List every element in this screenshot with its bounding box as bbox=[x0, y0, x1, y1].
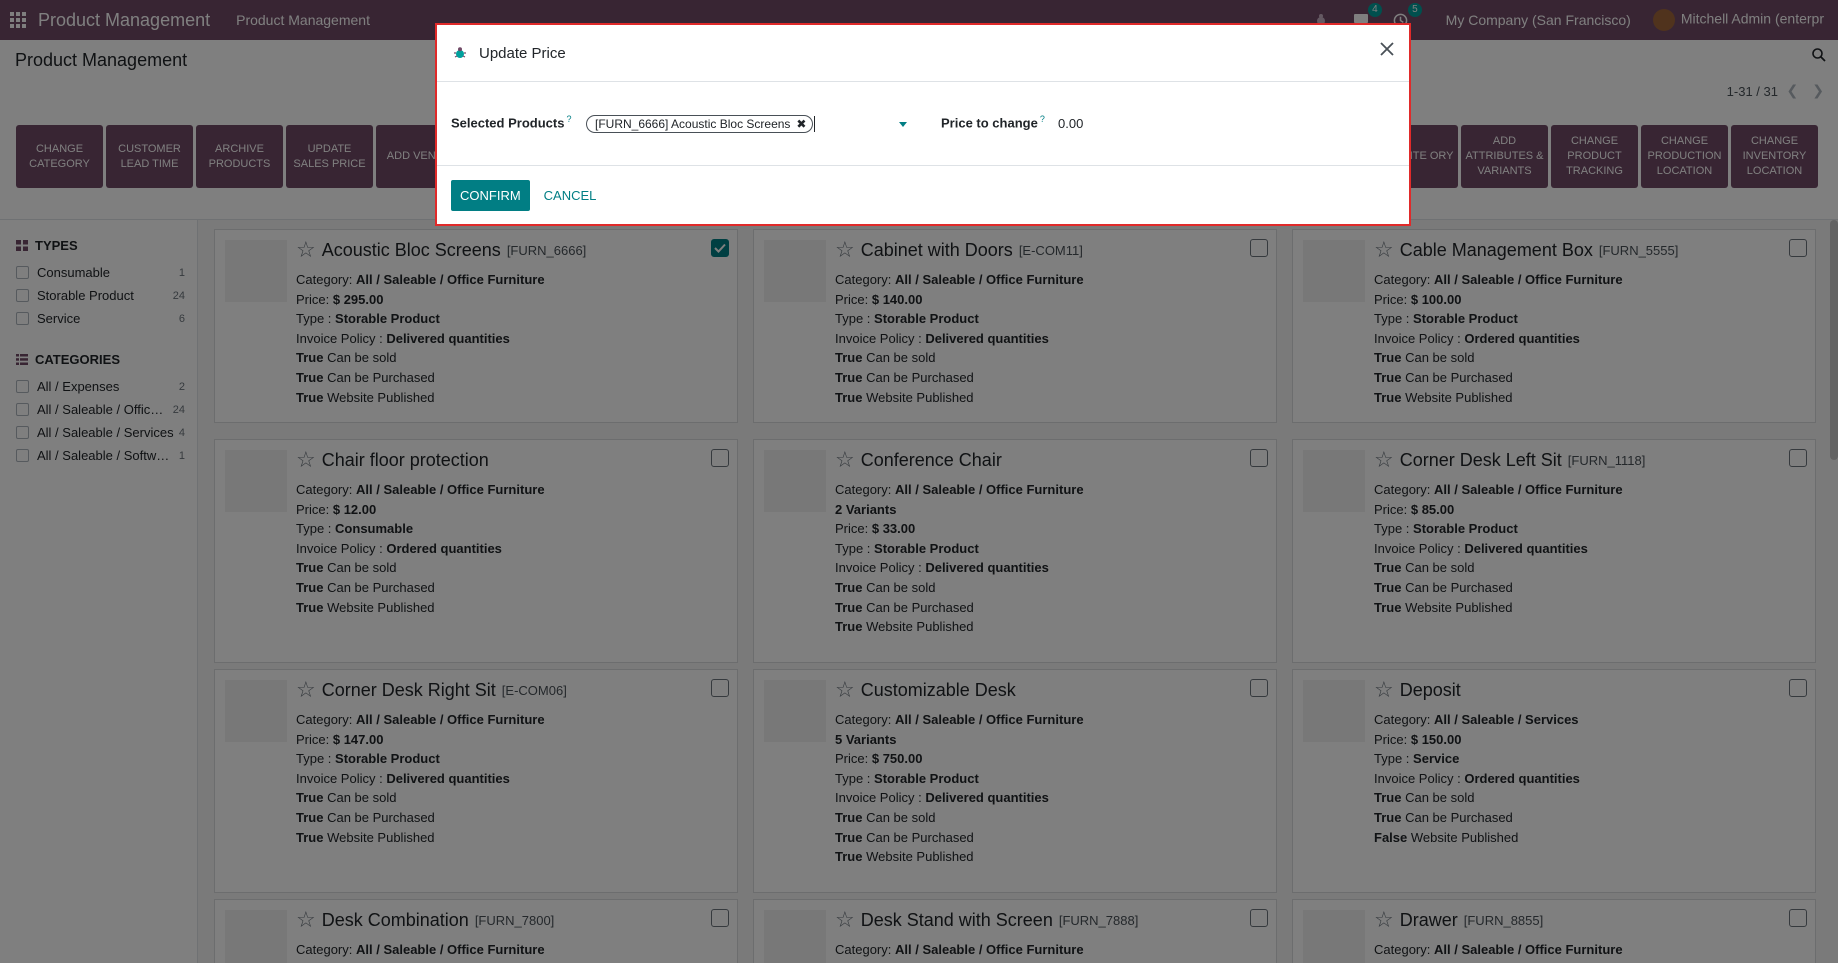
close-icon[interactable] bbox=[1375, 37, 1399, 61]
confirm-button[interactable]: CONFIRM bbox=[451, 179, 530, 211]
selected-product-tag: [FURN_6666] Acoustic Bloc Screens ✖ bbox=[586, 115, 814, 133]
modal-backdrop: Update Price Selected Products? [FURN_66… bbox=[0, 0, 1838, 963]
help-tooltip-icon[interactable]: ? bbox=[1040, 114, 1045, 124]
dialog-title: Update Price bbox=[479, 44, 566, 62]
price-to-change-input[interactable]: 0.00 bbox=[1058, 116, 1083, 131]
update-price-dialog: Update Price Selected Products? [FURN_66… bbox=[435, 23, 1411, 226]
selected-product-tag-label: [FURN_6666] Acoustic Bloc Screens bbox=[595, 117, 791, 131]
selected-products-input[interactable] bbox=[814, 116, 815, 132]
chevron-down-icon[interactable] bbox=[899, 122, 907, 127]
debug-bug-icon bbox=[454, 47, 466, 58]
price-to-change-label: Price to change? bbox=[941, 114, 1045, 131]
help-tooltip-icon[interactable]: ? bbox=[566, 114, 571, 124]
remove-tag-icon[interactable]: ✖ bbox=[796, 117, 806, 131]
cancel-button[interactable]: CANCEL bbox=[544, 188, 597, 203]
selected-products-label: Selected Products? bbox=[451, 114, 572, 131]
